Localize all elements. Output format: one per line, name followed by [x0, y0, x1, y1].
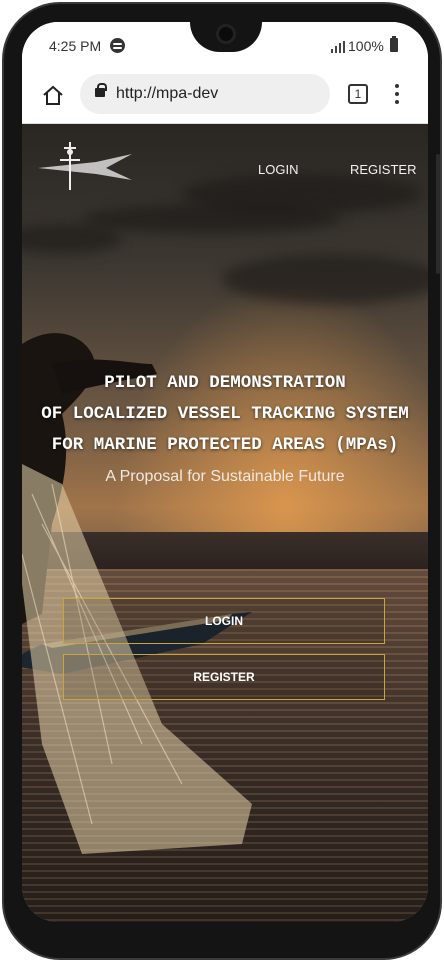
cloud — [22, 224, 122, 254]
lock-icon — [95, 83, 107, 97]
signal-icon — [331, 41, 345, 53]
battery-icon — [390, 36, 398, 52]
side-button — [436, 154, 440, 274]
cloud — [222, 254, 428, 304]
tab-switcher-button[interactable]: 1 — [348, 84, 368, 104]
hero-section: LOGIN REGISTER PILOT AND DEMONSTRATION O… — [22, 124, 428, 922]
front-camera — [216, 24, 236, 44]
cloud — [82, 204, 342, 234]
phone-frame: 4:25 PM 100% http://mpa-dev 1 LOGIN REGI… — [2, 2, 442, 960]
nav-register-link[interactable]: REGISTER — [350, 162, 416, 177]
browser-toolbar: http://mpa-dev 1 — [22, 72, 428, 124]
register-button[interactable]: REGISTER — [63, 654, 385, 700]
status-time: 4:25 PM — [49, 38, 102, 54]
title-line: FOR MARINE PROTECTED AREAS (MPAs) — [51, 435, 399, 455]
site-logo[interactable] — [36, 140, 134, 194]
battery-percent: 100% — [348, 38, 384, 54]
home-icon[interactable] — [42, 84, 64, 106]
nav-login-link[interactable]: LOGIN — [258, 162, 298, 177]
page-subtitle: A Proposal for Sustainable Future — [105, 468, 345, 485]
address-bar[interactable]: http://mpa-dev — [80, 74, 330, 114]
login-button[interactable]: LOGIN — [63, 598, 385, 644]
title-line: PILOT AND DEMONSTRATION — [104, 373, 346, 393]
title-line: OF LOCALIZED VESSEL TRACKING SYSTEM — [41, 404, 409, 424]
spotify-icon — [110, 38, 125, 53]
url-text: http://mpa-dev — [116, 85, 219, 102]
page-title: PILOT AND DEMONSTRATION OF LOCALIZED VES… — [22, 368, 428, 461]
screen: 4:25 PM 100% http://mpa-dev 1 LOGIN REGI… — [22, 22, 428, 922]
overflow-menu-icon[interactable] — [394, 84, 400, 106]
